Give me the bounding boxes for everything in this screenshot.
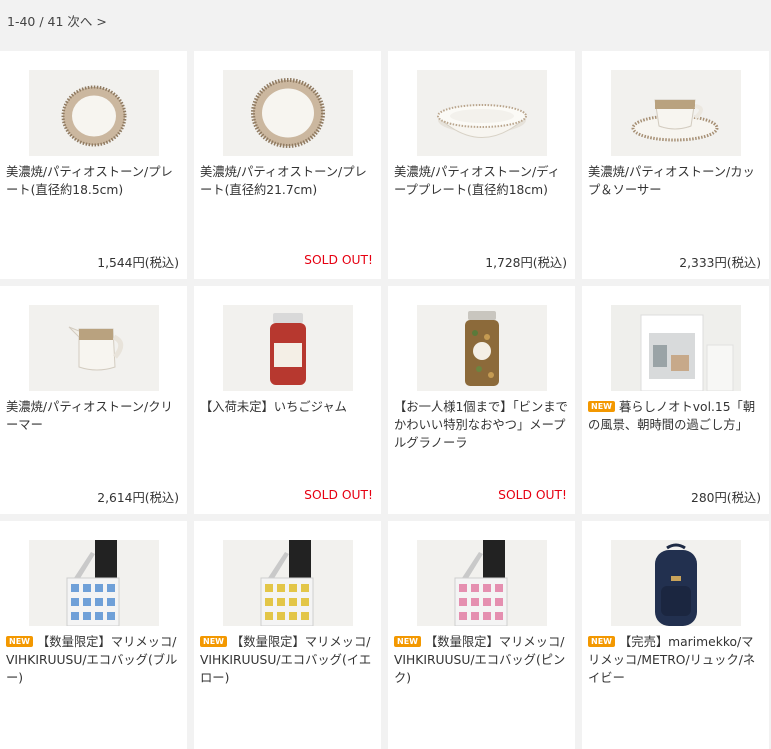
product-card[interactable]: NEW 【数量限定】マリメッコ/VIHKIRUUSU/エコバッグ(イエロー) bbox=[194, 521, 381, 749]
product-name[interactable]: NEW 【数量限定】マリメッコ/VIHKIRUUSU/エコバッグ(ピンク) bbox=[394, 633, 569, 687]
ecobag-yellow-image[interactable] bbox=[222, 540, 353, 626]
magazine-image[interactable] bbox=[610, 305, 741, 391]
product-name[interactable]: 美濃焼/パティオストーン/プレート(直径約21.7cm) bbox=[200, 163, 375, 199]
product-card[interactable]: 美濃焼/パティオストーン/カップ＆ソーサー 2,333円(税込) bbox=[582, 51, 769, 279]
product-price: SOLD OUT! bbox=[304, 488, 373, 502]
product-price: 2,614円(税込) bbox=[97, 491, 179, 505]
product-name[interactable]: NEW 【数量限定】マリメッコ/VIHKIRUUSU/エコバッグ(イエロー) bbox=[200, 633, 375, 687]
product-price: 1,728円(税込) bbox=[485, 256, 567, 270]
plate-small-image[interactable] bbox=[28, 70, 159, 156]
cup-saucer-image[interactable] bbox=[610, 70, 741, 156]
product-card[interactable]: NEW 【完売】marimekko/マリメッコ/METRO/リュック/ネイビー bbox=[582, 521, 769, 749]
jam-jar-image[interactable] bbox=[222, 305, 353, 391]
new-badge: NEW bbox=[6, 636, 33, 647]
ecobag-blue-image[interactable] bbox=[28, 540, 159, 626]
product-name[interactable]: 美濃焼/パティオストーン/プレート(直径約18.5cm) bbox=[6, 163, 181, 199]
creamer-image[interactable] bbox=[28, 305, 159, 391]
new-badge: NEW bbox=[588, 401, 615, 412]
product-card[interactable]: NEW 【数量限定】マリメッコ/VIHKIRUUSU/エコバッグ(ピンク) bbox=[388, 521, 575, 749]
deep-plate-image[interactable] bbox=[416, 70, 547, 156]
pagination[interactable]: 1-40 / 41 次へ > bbox=[0, 0, 771, 44]
product-card[interactable]: 【お一人様1個まで】「ビンまでかわいい特別なおやつ」メープルグラノーラ SOLD… bbox=[388, 286, 575, 514]
product-card[interactable]: NEW 暮らしノオトvol.15「朝の風景、朝時間の過ごし方」 280円(税込) bbox=[582, 286, 769, 514]
product-name[interactable]: 美濃焼/パティオストーン/カップ＆ソーサー bbox=[588, 163, 763, 199]
product-name[interactable]: 美濃焼/パティオストーン/クリーマー bbox=[6, 398, 181, 434]
product-name[interactable]: NEW 暮らしノオトvol.15「朝の風景、朝時間の過ごし方」 bbox=[588, 398, 763, 434]
product-name[interactable]: 美濃焼/パティオストーン/ディーププレート(直径約18cm) bbox=[394, 163, 569, 199]
product-name[interactable]: 【入荷未定】いちごジャム bbox=[200, 398, 375, 416]
product-card[interactable]: 美濃焼/パティオストーン/クリーマー 2,614円(税込) bbox=[0, 286, 187, 514]
product-card[interactable]: 美濃焼/パティオストーン/プレート(直径約21.7cm) SOLD OUT! bbox=[194, 51, 381, 279]
product-name[interactable]: NEW 【完売】marimekko/マリメッコ/METRO/リュック/ネイビー bbox=[588, 633, 763, 687]
product-name[interactable]: 【お一人様1個まで】「ビンまでかわいい特別なおやつ」メープルグラノーラ bbox=[394, 398, 569, 452]
product-price: 2,333円(税込) bbox=[679, 256, 761, 270]
new-badge: NEW bbox=[394, 636, 421, 647]
product-card[interactable]: 美濃焼/パティオストーン/プレート(直径約18.5cm) 1,544円(税込) bbox=[0, 51, 187, 279]
new-badge: NEW bbox=[200, 636, 227, 647]
product-card[interactable]: 【入荷未定】いちごジャム SOLD OUT! bbox=[194, 286, 381, 514]
pagination-text[interactable]: 1-40 / 41 次へ > bbox=[7, 14, 107, 29]
plate-large-image[interactable] bbox=[222, 70, 353, 156]
ecobag-pink-image[interactable] bbox=[416, 540, 547, 626]
product-card[interactable]: 美濃焼/パティオストーン/ディーププレート(直径約18cm) 1,728円(税込… bbox=[388, 51, 575, 279]
product-price: 1,544円(税込) bbox=[97, 256, 179, 270]
backpack-image[interactable] bbox=[610, 540, 741, 626]
product-card[interactable]: NEW 【数量限定】マリメッコ/VIHKIRUUSU/エコバッグ(ブルー) bbox=[0, 521, 187, 749]
product-price: SOLD OUT! bbox=[304, 253, 373, 267]
granola-jar-image[interactable] bbox=[416, 305, 547, 391]
product-name[interactable]: NEW 【数量限定】マリメッコ/VIHKIRUUSU/エコバッグ(ブルー) bbox=[6, 633, 181, 687]
product-price: SOLD OUT! bbox=[498, 488, 567, 502]
new-badge: NEW bbox=[588, 636, 615, 647]
product-price: 280円(税込) bbox=[691, 491, 761, 505]
product-grid: 美濃焼/パティオストーン/プレート(直径約18.5cm) 1,544円(税込) … bbox=[0, 51, 769, 749]
